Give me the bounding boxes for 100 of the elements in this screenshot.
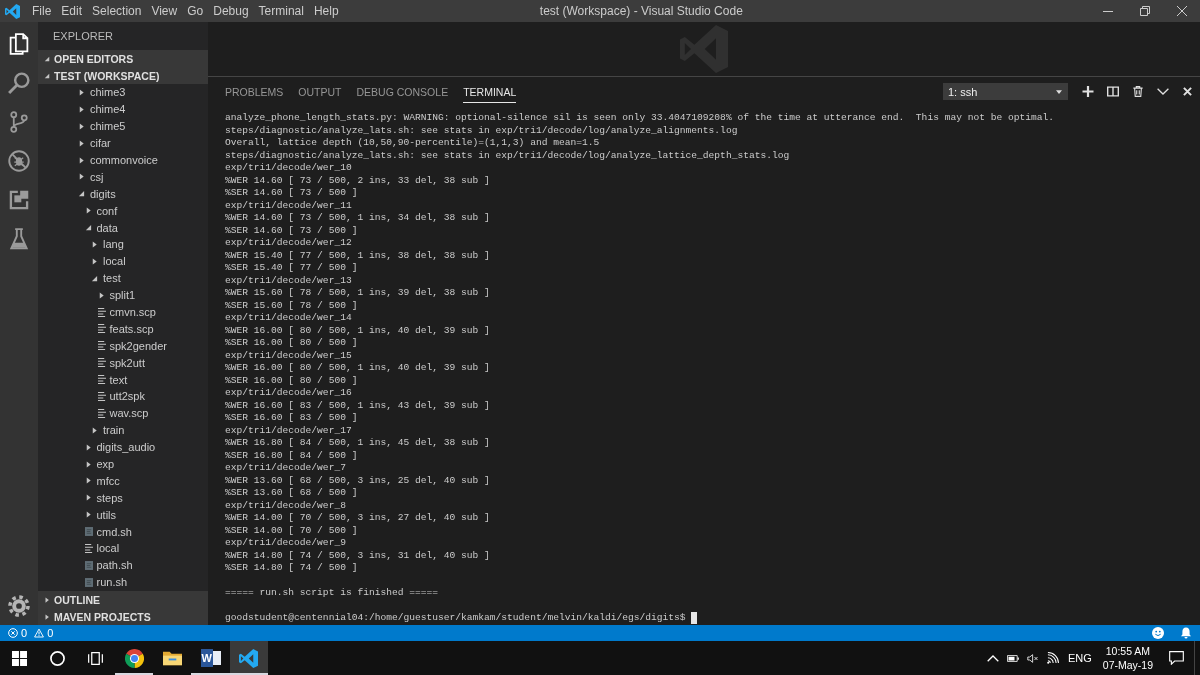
tree-item[interactable]: spk2gender [38,337,208,355]
tree-item[interactable]: chime4 [38,100,208,118]
panel-tab[interactable]: TERMINAL [463,82,517,103]
tree-item[interactable]: spk2utt [38,354,208,372]
terminal-line: exp/tri1/decode/wer_13 [225,274,352,287]
section-header[interactable]: TEST (WORKSPACE) [38,67,208,84]
problems-button[interactable]: 0 0 [0,625,62,641]
circle-icon [49,650,65,666]
tree-item[interactable]: mfcc [38,472,208,490]
chevron-down-icon [1156,86,1169,97]
terminal-line: %SER 14.80 [ 74 / 500 ] [225,562,358,575]
square-file-icon [84,577,93,587]
file-lines-icon [84,544,93,553]
tree-item[interactable]: commonvoice [38,151,208,169]
cursor-icon [690,612,697,625]
section-header[interactable]: OUTLINE [38,591,208,608]
menu-item[interactable]: Terminal [253,1,309,21]
task-view-icon [88,650,104,666]
terminal-line: exp/tri1/decode/wer_9 [225,537,346,550]
terminal-line: %WER 16.60 [ 83 / 500, 1 ins, 43 del, 39 sub ] [225,399,490,412]
tree-item[interactable]: cmvn.scp [38,303,208,321]
branch-icon [8,110,30,133]
tree-item[interactable]: exp [38,455,208,473]
tree-item[interactable]: train [38,421,208,439]
terminal-line: exp/tri1/decode/wer_7 [225,462,346,475]
terminal-prompt: goodstudent@centennial04:/home/guestuser/kamkam/student/melvin/kaldi/egs/digits$ [225,612,686,625]
bell-icon [1180,627,1192,639]
caret-down-icon [1056,89,1062,94]
tree-item[interactable]: cmd.sh [38,523,208,541]
no-bug-icon [8,149,30,172]
file-lines-icon [97,307,106,317]
tree-item[interactable]: chime5 [38,117,208,135]
speech-bubble-icon [1169,651,1184,665]
flask-icon [8,227,30,250]
square-file-icon [84,560,93,570]
tree-item[interactable]: text [38,371,208,389]
menu-item[interactable]: Debug [208,1,254,21]
menu-item[interactable]: Go [182,1,209,21]
menu-item[interactable]: File [27,1,57,21]
tree-item[interactable]: local [38,252,208,270]
terminal-line: %SER 14.00 [ 70 / 500 ] [225,524,358,537]
taskbar-app-button[interactable]: W [191,641,230,675]
windows-logo-icon [11,650,27,666]
search-icon [8,71,30,94]
section-header[interactable]: MAVEN PROJECTS [38,608,208,625]
terminal-line: exp/tri1/decode/wer_17 [225,424,352,437]
tree-item[interactable]: test [38,269,208,287]
app-logo-icon [239,648,259,668]
terminal-line: exp/tri1/decode/wer_12 [225,237,352,250]
terminal-line: %WER 13.60 [ 68 / 500, 3 ins, 25 del, 40 sub ] [225,474,490,487]
tree-item[interactable]: chime3 [38,84,208,101]
menu-item[interactable]: Selection [87,1,147,21]
menu-item[interactable]: View [146,1,183,21]
tree-item[interactable]: path.sh [38,556,208,574]
terminal-line: %WER 14.60 [ 73 / 500, 1 ins, 34 del, 38 sub ] [225,212,490,225]
panel-tab[interactable]: OUTPUT [298,82,342,103]
terminal-line: exp/tri1/decode/wer_11 [225,199,352,212]
tree-item[interactable]: data [38,219,208,236]
taskbar-app-button[interactable] [229,641,269,675]
terminal-line: %WER 14.60 [ 73 / 500, 2 ins, 33 del, 38 sub ] [225,174,490,187]
panel-tab[interactable]: DEBUG CONSOLE [356,82,449,103]
tree-item[interactable]: wav.scp [38,404,208,422]
tree-item[interactable]: csj [38,168,208,186]
square-file-icon [84,527,93,537]
tree-item[interactable]: split1 [38,286,208,304]
terminal-line: %SER 15.40 [ 77 / 500 ] [225,262,358,275]
menu-item[interactable]: Edit [56,1,88,21]
app-logo-icon [5,3,20,19]
plus-icon [1081,86,1094,97]
terminal-line: %SER 15.60 [ 78 / 500 ] [225,299,358,312]
language-button[interactable]: ENG [1062,641,1097,675]
warning-icon [34,628,45,638]
file-lines-icon [97,358,106,368]
tree-item[interactable]: feats.scp [38,320,208,338]
tree-item[interactable]: lang [38,236,208,253]
terminal-select[interactable]: 1: ssh [943,83,1068,100]
tree-item[interactable]: utt2spk [38,388,208,405]
menu-item[interactable]: Help [308,1,344,21]
tree-item[interactable]: run.sh [38,573,208,591]
file-lines-icon [97,408,106,418]
clock-button[interactable]: 10:55 AM 07-May-19 [1096,641,1159,675]
terminal-line: exp/tri1/decode/wer_14 [225,312,352,325]
window-title: test (Workspace) - Visual Studio Code [539,4,743,18]
tree-item[interactable]: digits_audio [38,438,208,456]
terminal-line: %SER 16.00 [ 80 / 500 ] [225,374,358,387]
tree-item[interactable]: cifar [38,134,208,152]
panel-tab[interactable]: PROBLEMS [225,82,284,103]
terminal-line: analyze_phone_length_stats.py: WARNING: optional-silence sil is seen only 33.4047109208% of the time at utterance end. This may not be optimal. [225,112,1055,125]
tree-item[interactable]: steps [38,489,208,507]
section-header[interactable]: OPEN EDITORS [38,50,208,67]
browser-logo-icon [124,648,144,668]
tree-item[interactable]: utils [38,506,208,524]
terminal-line: steps/diagnostic/analyze_lats.sh: see stats in exp/tri1/decode/log/analyze_alignments.log [225,124,738,137]
tree-item[interactable]: conf [38,202,208,220]
tree-item[interactable]: local [38,540,208,557]
error-icon [8,628,18,638]
terminal-line: exp/tri1/decode/wer_8 [225,499,346,512]
tree-item[interactable]: digits [38,185,208,203]
terminal-line: exp/tri1/decode/wer_15 [225,349,352,362]
terminal-line: %WER 16.80 [ 84 / 500, 1 ins, 45 del, 38 sub ] [225,437,490,450]
